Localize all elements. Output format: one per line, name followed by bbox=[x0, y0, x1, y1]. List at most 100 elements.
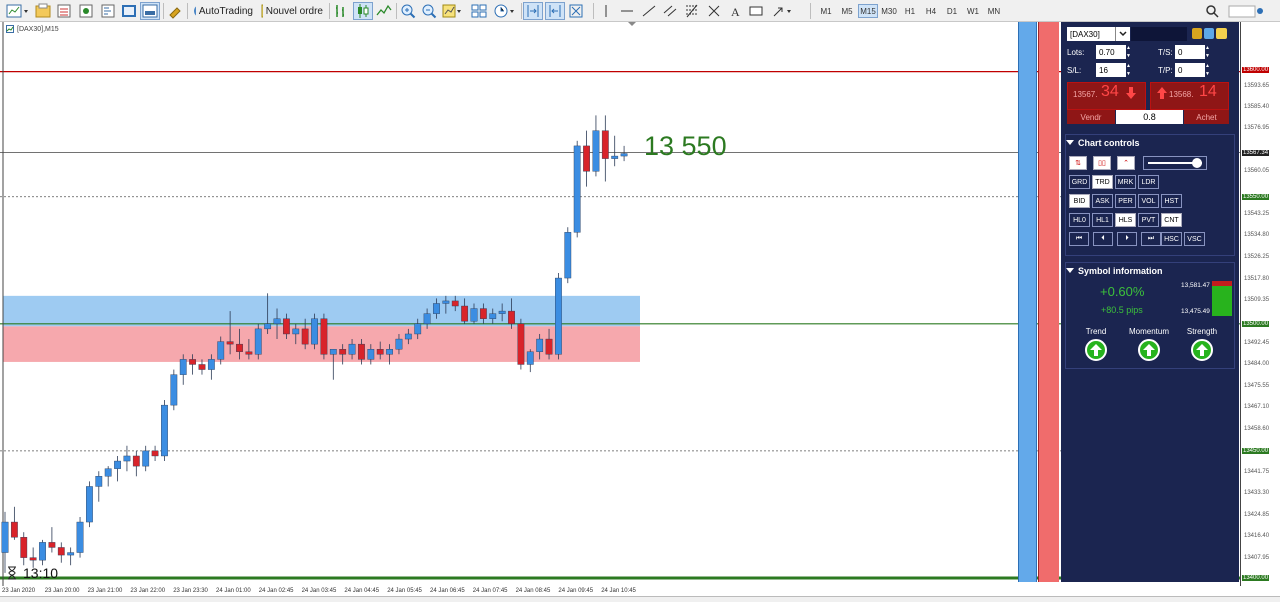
ts-input[interactable]: 0 bbox=[1175, 45, 1205, 59]
new-order-button[interactable]: Nouvel ordre bbox=[258, 2, 326, 20]
control-hst-button[interactable]: HST bbox=[1161, 194, 1182, 208]
zoom-out-button[interactable] bbox=[420, 2, 438, 20]
cross-tool-button[interactable] bbox=[705, 2, 723, 20]
time-tick-label: 24 Jan 03:45 bbox=[301, 588, 337, 594]
timeframe-m1[interactable]: M1 bbox=[816, 4, 836, 18]
lots-stepper[interactable]: ▲ ▼ bbox=[1126, 45, 1131, 59]
control-pvt-button[interactable]: PVT bbox=[1138, 213, 1159, 227]
next-button[interactable]: ⏵ bbox=[1117, 232, 1137, 246]
chart-area[interactable]: [DAX30],M15 13 550 13:10 13593.65 13585.4… bbox=[0, 22, 1280, 602]
spread-value: 0.8 bbox=[1116, 110, 1183, 124]
candles-mode-button[interactable]: ▯▯ bbox=[1093, 156, 1111, 170]
timeframe-w1[interactable]: W1 bbox=[963, 4, 983, 18]
timer-text: 13:10 bbox=[23, 565, 59, 581]
price-tick-label: 13492.45 bbox=[1244, 339, 1270, 346]
control-hl0-button[interactable]: HL0 bbox=[1069, 213, 1090, 227]
last-button[interactable]: ⏭ bbox=[1141, 232, 1161, 246]
fibo-tool-button[interactable] bbox=[683, 2, 701, 20]
bar-chart-button[interactable] bbox=[332, 2, 350, 20]
chevron-down-icon[interactable] bbox=[1115, 27, 1129, 41]
tile-windows-button[interactable] bbox=[469, 2, 489, 20]
control-bid-button[interactable]: BID bbox=[1069, 194, 1090, 208]
periods-button[interactable] bbox=[492, 2, 518, 20]
trendline-tool-button[interactable] bbox=[640, 2, 658, 20]
market-watch-button[interactable] bbox=[55, 2, 73, 20]
time-tick-label: 24 Jan 04:45 bbox=[344, 588, 380, 594]
first-button[interactable]: ⏮ bbox=[1069, 232, 1089, 246]
notifications-button[interactable] bbox=[1226, 2, 1266, 20]
tp-stepper[interactable]: ▲ ▼ bbox=[1205, 63, 1210, 77]
profiles-button[interactable] bbox=[34, 2, 52, 20]
control-vol-button[interactable]: VOL bbox=[1138, 194, 1159, 208]
data-window-button[interactable] bbox=[77, 2, 95, 20]
control-hl1-button[interactable]: HL1 bbox=[1092, 213, 1113, 227]
alert-icon[interactable] bbox=[1216, 28, 1227, 39]
timeframe-h4[interactable]: H4 bbox=[921, 4, 941, 18]
control-grd-button[interactable]: GRD bbox=[1069, 175, 1090, 189]
zoom-in-button[interactable] bbox=[399, 2, 417, 20]
chart-shift-button[interactable] bbox=[523, 2, 543, 20]
fit-chart-button[interactable] bbox=[567, 2, 585, 20]
control-ldr-button[interactable]: LDR bbox=[1138, 175, 1159, 189]
search-button[interactable] bbox=[1203, 2, 1221, 20]
sl-stepper[interactable]: ▲ ▼ bbox=[1126, 63, 1131, 77]
autotrading-button[interactable]: AutoTrading bbox=[190, 2, 256, 20]
terminal-button[interactable] bbox=[120, 2, 138, 20]
indicators-button[interactable] bbox=[442, 2, 464, 20]
candle bbox=[601, 115, 609, 182]
control-hls-button[interactable]: HLS bbox=[1115, 213, 1136, 227]
time-tick-label: 24 Jan 10:45 bbox=[601, 588, 636, 594]
candle bbox=[76, 516, 84, 558]
sell-button[interactable]: 13567. 34 bbox=[1067, 82, 1146, 110]
price-scale[interactable]: 13593.65 13585.40 13576.95 13560.05 13543.25… bbox=[1240, 22, 1280, 602]
line-mode-button[interactable]: ⌃ bbox=[1117, 156, 1135, 170]
sl-input[interactable]: 16 bbox=[1096, 63, 1126, 77]
arrows-tool-button[interactable] bbox=[770, 2, 796, 20]
range-bar bbox=[1212, 281, 1232, 316]
navigator-button[interactable] bbox=[99, 2, 117, 20]
candlestick-button[interactable] bbox=[353, 2, 373, 20]
control-hsc-button[interactable]: HSC bbox=[1161, 232, 1182, 246]
channel-tool-button[interactable] bbox=[661, 2, 679, 20]
chart-controls-header[interactable]: Chart controls bbox=[1066, 136, 1234, 150]
timeframe-m30[interactable]: M30 bbox=[879, 4, 899, 18]
sell-label[interactable]: Vendr bbox=[1067, 110, 1115, 124]
tester-button[interactable] bbox=[140, 2, 160, 20]
control-cnt-button[interactable]: CNT bbox=[1161, 213, 1182, 227]
settings-icon[interactable] bbox=[1192, 28, 1202, 39]
autoscroll-button[interactable] bbox=[545, 2, 565, 20]
new-order-icon bbox=[261, 4, 263, 18]
timeframe-m15[interactable]: M15 bbox=[858, 4, 878, 18]
zoom-slider[interactable] bbox=[1143, 156, 1207, 170]
line-chart-button[interactable] bbox=[375, 2, 393, 20]
control-per-button[interactable]: PER bbox=[1115, 194, 1136, 208]
control-vsc-button[interactable]: VSC bbox=[1184, 232, 1205, 246]
lots-input[interactable]: 0.70 bbox=[1096, 45, 1126, 59]
cursor-tool-button[interactable] bbox=[597, 2, 615, 20]
prev-button[interactable]: ⏴ bbox=[1093, 232, 1113, 246]
chart-shift-marker[interactable] bbox=[628, 22, 636, 26]
timeframe-h1[interactable]: H1 bbox=[900, 4, 920, 18]
new-chart-button[interactable] bbox=[4, 2, 30, 20]
tp-input[interactable]: 0 bbox=[1175, 63, 1205, 77]
label-tool-button[interactable] bbox=[747, 2, 765, 20]
control-mrk-button[interactable]: MRK bbox=[1115, 175, 1136, 189]
buy-button[interactable]: 13568. 14 bbox=[1150, 82, 1229, 110]
info-icon[interactable] bbox=[1204, 28, 1214, 39]
symbol-info-header[interactable]: Symbol information bbox=[1066, 264, 1234, 278]
candle bbox=[67, 547, 75, 566]
collapse-icon bbox=[1066, 268, 1074, 273]
options-button[interactable] bbox=[166, 2, 184, 20]
timeframe-m5[interactable]: M5 bbox=[837, 4, 857, 18]
control-ask-button[interactable]: ASK bbox=[1092, 194, 1113, 208]
control-trd-button[interactable]: TRD bbox=[1092, 175, 1113, 189]
timeframe-d1[interactable]: D1 bbox=[942, 4, 962, 18]
timeframe-mn[interactable]: MN bbox=[984, 4, 1004, 18]
candle bbox=[329, 349, 337, 380]
clock-dropdown-icon bbox=[494, 4, 514, 18]
hline-tool-button[interactable] bbox=[618, 2, 636, 20]
range-fill bbox=[1212, 285, 1232, 316]
ts-stepper[interactable]: ▲ ▼ bbox=[1205, 45, 1210, 59]
text-tool-button[interactable]: A bbox=[726, 2, 744, 20]
chart-mode-button[interactable]: ⇅ bbox=[1069, 156, 1087, 170]
